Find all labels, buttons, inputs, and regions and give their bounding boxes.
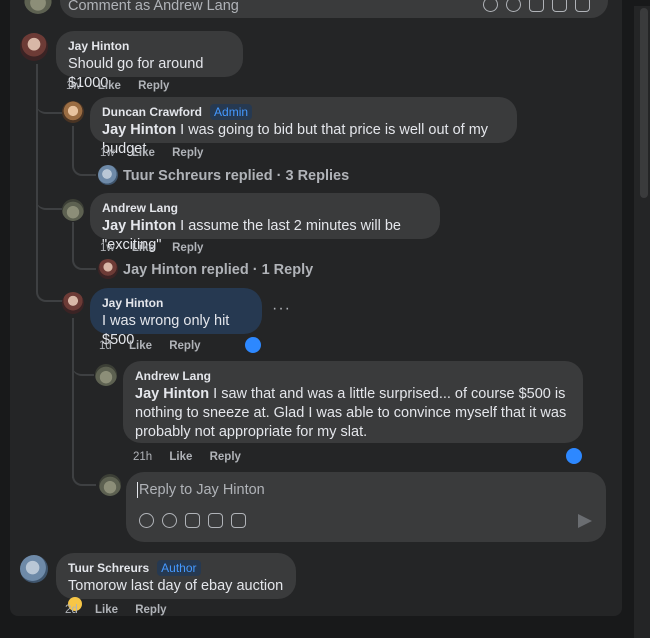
like-button[interactable]: Like (98, 80, 121, 92)
reply-composer-icons (139, 513, 246, 528)
comment-time[interactable]: 2d (65, 604, 78, 616)
thread-connector (72, 470, 96, 486)
comment-author[interactable]: Andrew Lang (135, 369, 571, 383)
reply-button[interactable]: Reply (172, 147, 203, 159)
avatar (98, 165, 118, 185)
avatar[interactable] (62, 199, 84, 221)
avatar[interactable] (20, 33, 48, 61)
avatar[interactable] (62, 292, 84, 314)
comment-bubble-highlighted: Jay Hinton I was wrong only hit $500 (90, 288, 262, 348)
comment-author[interactable]: Jay Hinton (102, 296, 250, 310)
composer-icons (483, 0, 590, 12)
scrollbar[interactable] (640, 8, 648, 198)
comment-actions: 1w Like Reply (66, 80, 183, 92)
emoji-icon[interactable] (506, 0, 521, 12)
comment-actions: 1d Like Reply (99, 340, 215, 352)
camera-icon[interactable] (185, 513, 200, 528)
comment-author[interactable]: Andrew Lang (102, 201, 428, 215)
comment-bubble: Tuur Schreurs Author Tomorow last day of … (56, 553, 296, 611)
view-replies-link[interactable]: Jay Hinton replied · 1 Reply (123, 262, 313, 278)
view-replies-link[interactable]: Tuur Schreurs replied · 3 Replies (123, 168, 349, 184)
reply-button[interactable]: Reply (169, 340, 200, 352)
reply-button[interactable]: Reply (210, 451, 241, 463)
comment-time[interactable]: 1w (100, 242, 115, 254)
comment-time[interactable]: 21h (133, 451, 152, 463)
camera-icon[interactable] (529, 0, 544, 12)
reply-button[interactable]: Reply (172, 242, 203, 254)
comment-bubble: Andrew Lang Jay Hinton I assume the last… (90, 193, 440, 253)
comment-bubble: Andrew Lang Jay Hinton I saw that and wa… (123, 361, 583, 443)
comment-bubble: Jay Hinton Should go for around $1000 (56, 31, 243, 91)
comment-time[interactable]: 1d (99, 340, 112, 352)
thread-connector (72, 160, 96, 176)
thread-connector (36, 100, 62, 114)
comment-author[interactable]: Tuur Schreurs (68, 561, 149, 575)
comment-actions: 2d Like Reply (65, 604, 181, 616)
like-reaction-icon[interactable] (564, 446, 584, 466)
like-button[interactable]: Like (132, 147, 155, 159)
avatar[interactable] (62, 101, 84, 123)
gif-icon[interactable] (552, 0, 567, 12)
sticker-icon[interactable] (231, 513, 246, 528)
like-button[interactable]: Like (169, 451, 192, 463)
reply-button[interactable]: Reply (135, 604, 166, 616)
avatar[interactable] (95, 364, 117, 386)
like-button[interactable]: Like (132, 242, 155, 254)
comment-time[interactable]: 1w (100, 147, 115, 159)
avatar-sticker-icon[interactable] (483, 0, 498, 12)
sticker-icon[interactable] (575, 0, 590, 12)
avatar-sticker-icon[interactable] (139, 513, 154, 528)
emoji-icon[interactable] (162, 513, 177, 528)
mention[interactable]: Jay Hinton (102, 122, 176, 138)
comment-actions: 21h Like Reply (133, 451, 255, 463)
comment-actions: 1w Like Reply (100, 147, 217, 159)
send-icon[interactable] (578, 514, 592, 528)
more-options-icon[interactable]: ··· (272, 300, 291, 318)
comment-bubble: Duncan Crawford Admin Jay Hinton I was go… (90, 97, 517, 157)
thread-line (36, 64, 38, 290)
comment-text: Tomorow last day of ebay auction (68, 578, 284, 594)
thread-connector (72, 360, 94, 376)
like-button[interactable]: Like (129, 340, 152, 352)
avatar (98, 259, 118, 279)
avatar (99, 474, 121, 496)
author-badge: Author (157, 560, 201, 576)
thread-connector (72, 254, 96, 270)
gif-icon[interactable] (208, 513, 223, 528)
reply-input-placeholder: Reply to Jay Hinton (137, 482, 265, 498)
thread-line (72, 318, 74, 478)
thread-connector (36, 196, 62, 210)
comment-time[interactable]: 1w (66, 80, 81, 92)
comment-author[interactable]: Duncan Crawford (102, 105, 202, 119)
comment-input-placeholder: Comment as Andrew Lang (68, 0, 239, 14)
comment-author[interactable]: Jay Hinton (68, 39, 231, 53)
avatar[interactable] (20, 555, 48, 583)
comment-actions: 1w Like Reply (100, 242, 217, 254)
like-reaction-icon[interactable] (243, 335, 263, 355)
reply-button[interactable]: Reply (138, 80, 169, 92)
mention[interactable]: Jay Hinton (102, 218, 176, 234)
thread-connector (36, 288, 64, 302)
admin-badge: Admin (210, 104, 253, 120)
like-button[interactable]: Like (95, 604, 118, 616)
mention[interactable]: Jay Hinton (135, 386, 209, 402)
